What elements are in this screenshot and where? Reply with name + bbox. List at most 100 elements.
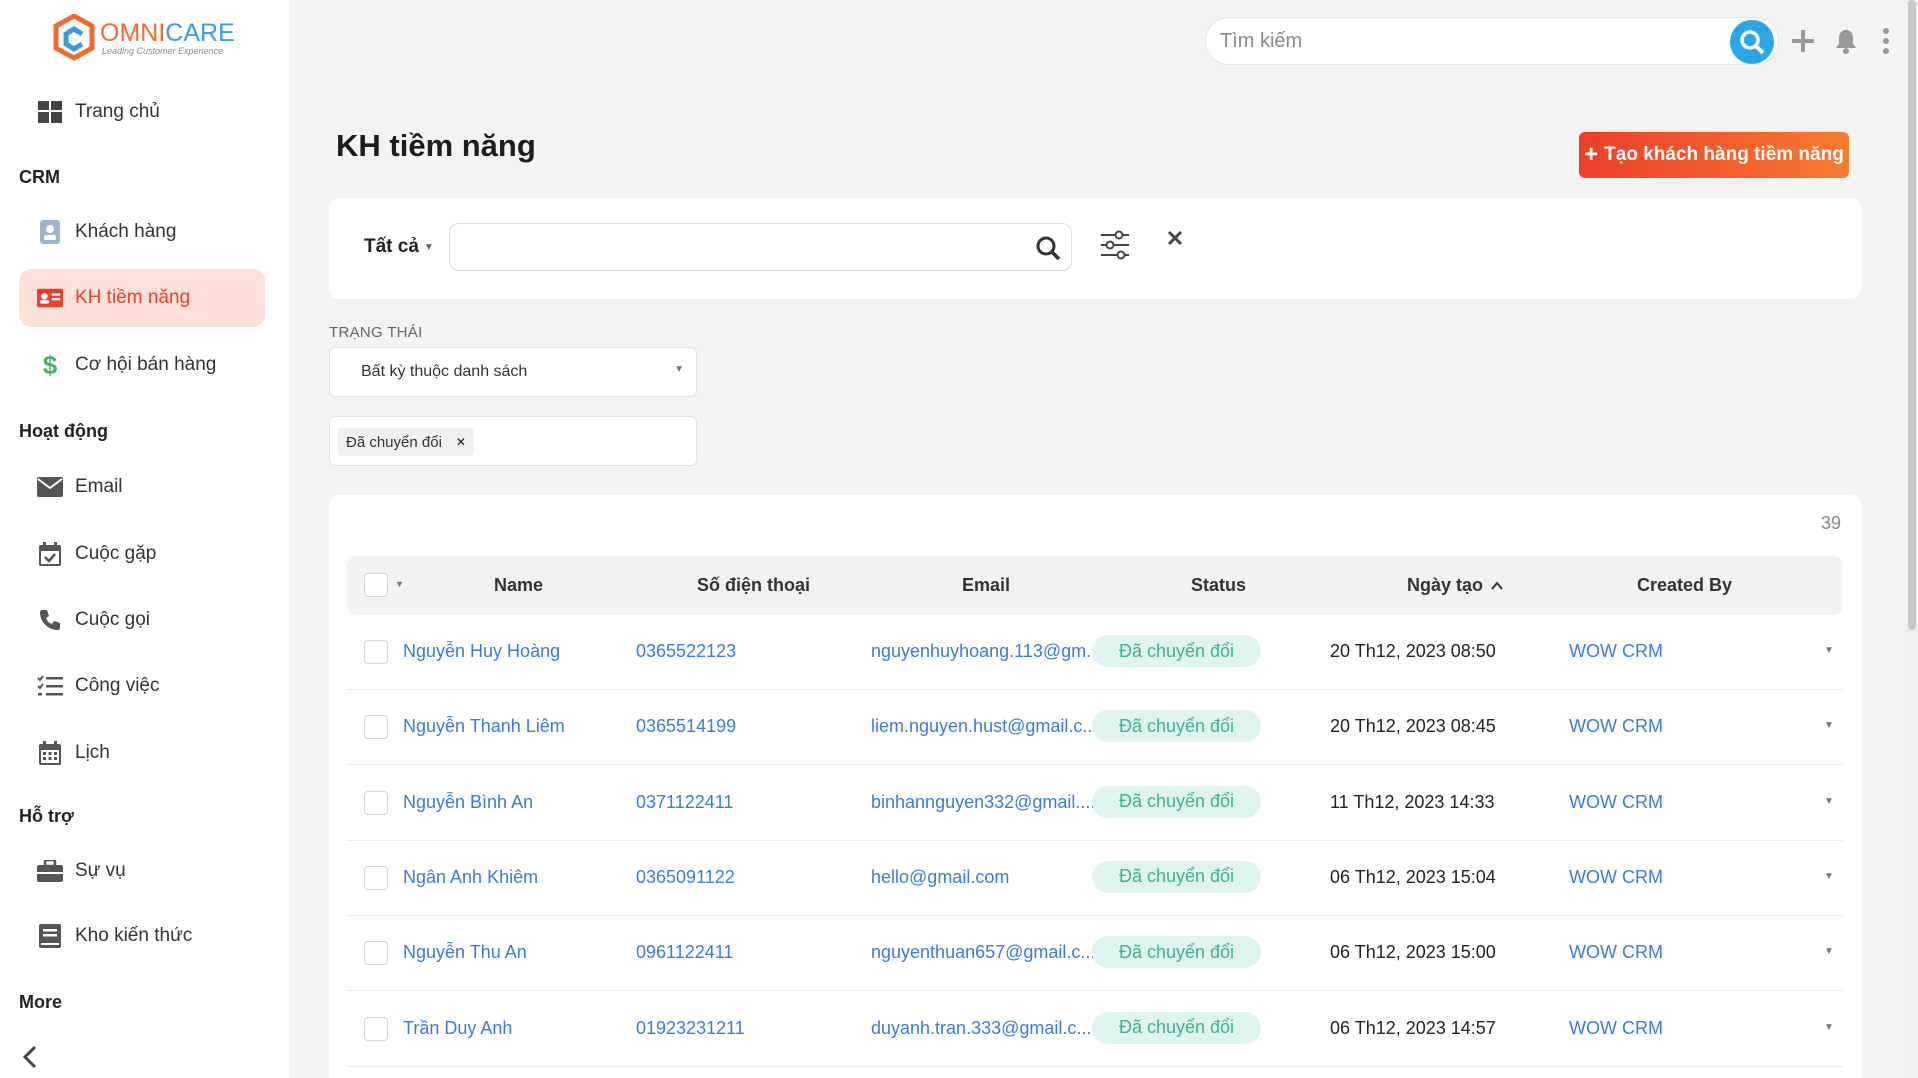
- row-checkbox[interactable]: [364, 1016, 388, 1041]
- status-badge: Đã chuyển đổi: [1092, 1011, 1261, 1044]
- column-header-email[interactable]: Email: [962, 575, 1010, 596]
- table-row[interactable]: Nguyễn Thanh Liêm 0365514199 liem.nguyen.h…: [347, 690, 1843, 766]
- column-header-status[interactable]: Status: [1191, 575, 1246, 596]
- section-activities: Hoạt động: [19, 421, 108, 441]
- brand-tagline: Leading Customer Experience: [102, 46, 224, 56]
- sidebar-item-home[interactable]: Trang chủ: [19, 83, 265, 141]
- more-vertical-icon[interactable]: [1873, 28, 1899, 54]
- created-by-link[interactable]: WOW CRM: [1569, 1018, 1663, 1039]
- table-row[interactable]: Nguyễn Bình An 0371122411 binhannguyen332@…: [347, 766, 1843, 841]
- scrollbar-thumb[interactable]: [1908, 0, 1916, 630]
- lead-name-link[interactable]: Nguyễn Huy Hoàng: [403, 641, 628, 662]
- collapse-sidebar-icon[interactable]: [22, 1045, 38, 1074]
- sidebar-item-meetings[interactable]: Cuộc gặp: [19, 525, 265, 583]
- status-badge: Đã chuyển đổi: [1092, 710, 1261, 743]
- sidebar-item-customers[interactable]: Khách hàng: [19, 203, 265, 261]
- bell-icon[interactable]: [1833, 28, 1859, 54]
- lead-email-link[interactable]: nguyenhuyhoang.113@gm...: [871, 641, 1093, 662]
- created-date: 06 Th12, 2023 15:04: [1330, 866, 1496, 887]
- row-checkbox[interactable]: [364, 865, 388, 890]
- caret-down-icon: ▼: [674, 364, 684, 375]
- clear-filter-icon[interactable]: [1167, 230, 1183, 246]
- lead-name-link[interactable]: Trần Duy Anh: [403, 1018, 628, 1039]
- lead-name-link[interactable]: Nguyễn Thu An: [403, 942, 628, 963]
- status-badge: Đã chuyển đổi: [1092, 785, 1261, 818]
- select-all-checkbox[interactable]: [364, 573, 388, 597]
- section-crm: CRM: [19, 167, 60, 187]
- table-row[interactable]: Nguyễn Thu An 0961122411 nguyenthuan657@gm…: [347, 916, 1843, 992]
- sidebar-item-knowledge[interactable]: Kho kiến thức: [19, 907, 265, 965]
- plus-icon[interactable]: [1790, 28, 1816, 54]
- status-tags-input[interactable]: Đã chuyển đổi ✕: [329, 416, 697, 466]
- column-header-created[interactable]: Ngày tạo: [1407, 575, 1503, 596]
- lead-name-link[interactable]: Ngân Anh Khiêm: [403, 867, 628, 888]
- sidebar-item-calls[interactable]: Cuộc gọi: [19, 591, 265, 649]
- created-by-link[interactable]: WOW CRM: [1569, 942, 1663, 963]
- row-checkbox[interactable]: [364, 715, 388, 740]
- row-actions-caret-icon[interactable]: ▼: [1824, 796, 1834, 807]
- sidebar-item-label: Công việc: [75, 675, 160, 696]
- calendar-check-icon: [37, 541, 63, 567]
- created-by-link[interactable]: WOW CRM: [1569, 867, 1663, 888]
- brand-name-care: CARE: [165, 19, 235, 47]
- omnicare-logo[interactable]: OMNICARE Leading Customer Experience: [52, 14, 235, 62]
- lead-email-link[interactable]: liem.nguyen.hust@gmail.c...: [871, 716, 1093, 737]
- remove-tag-icon[interactable]: ✕: [456, 435, 466, 449]
- search-placeholder: Tìm kiếm: [1220, 29, 1303, 52]
- page-scrollbar[interactable]: [1906, 0, 1918, 1078]
- global-search-input[interactable]: Tìm kiếm: [1205, 17, 1779, 65]
- sidebar-item-opportunities[interactable]: $ Cơ hội bán hàng: [19, 336, 265, 394]
- lead-phone-link[interactable]: 0365091122: [636, 867, 816, 888]
- search-icon[interactable]: [1035, 235, 1061, 261]
- omnicare-logo-icon: [53, 14, 95, 61]
- status-condition-select[interactable]: Bất kỳ thuộc danh sách ▼: [329, 347, 697, 397]
- book-icon: [37, 923, 63, 949]
- column-header-name[interactable]: Name: [494, 575, 543, 596]
- row-checkbox[interactable]: [364, 941, 388, 966]
- lead-phone-link[interactable]: 0961122411: [636, 942, 816, 963]
- envelope-icon: [37, 474, 63, 500]
- column-header-created-by[interactable]: Created By: [1637, 575, 1732, 596]
- filter-search-input[interactable]: [449, 223, 1072, 271]
- filter-settings-icon[interactable]: [1101, 230, 1129, 260]
- row-actions-caret-icon[interactable]: ▼: [1824, 946, 1834, 957]
- lead-phone-link[interactable]: 0371122411: [636, 792, 816, 813]
- caret-down-icon[interactable]: ▼: [395, 579, 404, 589]
- column-header-phone[interactable]: Số điện thoại: [697, 575, 810, 596]
- create-lead-label: Tạo khách hàng tiềm năng: [1604, 144, 1844, 165]
- search-button[interactable]: [1730, 20, 1774, 64]
- lead-phone-link[interactable]: 01923231211: [636, 1018, 816, 1039]
- sidebar-item-tasks[interactable]: Công việc: [19, 657, 265, 715]
- create-lead-button[interactable]: + Tạo khách hàng tiềm năng: [1579, 132, 1849, 178]
- row-actions-caret-icon[interactable]: ▼: [1824, 645, 1834, 656]
- row-checkbox[interactable]: [364, 790, 388, 815]
- row-checkbox[interactable]: [364, 640, 388, 664]
- created-by-link[interactable]: WOW CRM: [1569, 792, 1663, 813]
- lead-email-link[interactable]: hello@gmail.com: [871, 867, 1093, 888]
- sort-ascending-icon: [1491, 575, 1503, 596]
- phone-icon: [37, 607, 63, 633]
- row-actions-caret-icon[interactable]: ▼: [1824, 1022, 1834, 1033]
- created-by-link[interactable]: WOW CRM: [1569, 716, 1663, 737]
- table-row[interactable]: Nguyễn Huy Hoàng 0365522123 nguyenhuyhoang…: [347, 615, 1843, 690]
- scope-dropdown[interactable]: Tất cả ▼: [364, 236, 434, 258]
- lead-email-link[interactable]: nguyenthuan657@gmail.c...: [871, 942, 1093, 963]
- sidebar-item-email[interactable]: Email: [19, 458, 265, 516]
- created-by-link[interactable]: WOW CRM: [1569, 641, 1663, 662]
- lead-phone-link[interactable]: 0365522123: [636, 641, 816, 662]
- sidebar-item-leads[interactable]: KH tiềm năng: [19, 269, 265, 327]
- row-actions-caret-icon[interactable]: ▼: [1824, 871, 1834, 882]
- lead-name-link[interactable]: Nguyễn Bình An: [403, 792, 628, 813]
- table-row[interactable]: Ngân Anh Khiêm 0365091122 hello@gmail.com Đ…: [347, 841, 1843, 916]
- table-row[interactable]: Trần Duy Anh 01923231211 duyanh.tran.333@g…: [347, 992, 1843, 1067]
- lead-email-link[interactable]: duyanh.tran.333@gmail.c...: [871, 1018, 1093, 1039]
- lead-email-link[interactable]: binhannguyen332@gmail....: [871, 792, 1093, 813]
- row-actions-caret-icon[interactable]: ▼: [1824, 720, 1834, 731]
- lead-phone-link[interactable]: 0365514199: [636, 716, 816, 737]
- page-title: KH tiềm năng: [336, 128, 536, 163]
- sidebar-item-cases[interactable]: Sự vụ: [19, 842, 265, 900]
- status-badge: Đã chuyển đổi: [1092, 860, 1261, 893]
- lead-name-link[interactable]: Nguyễn Thanh Liêm: [403, 716, 628, 737]
- sidebar-item-label: Email: [75, 476, 123, 497]
- sidebar-item-calendar[interactable]: Lịch: [19, 724, 265, 782]
